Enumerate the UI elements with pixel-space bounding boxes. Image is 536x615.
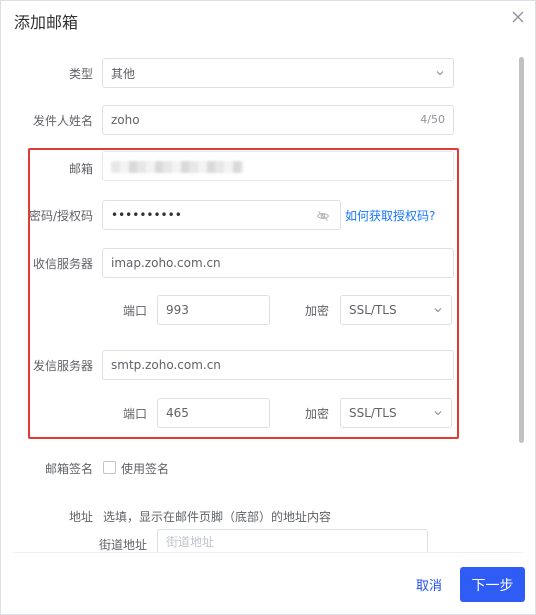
smtp-encrypt-value: SSL/TLS [349,406,397,420]
next-button[interactable]: 下一步 [460,567,525,602]
highlight-box [28,148,459,439]
use-signature-checkbox[interactable] [103,461,116,474]
cancel-button[interactable]: 取消 [405,567,453,601]
smtp-server-value: smtp.zoho.com.cn [111,358,221,372]
imap-server-label: 收信服务器 [32,257,93,271]
imap-server-value: imap.zoho.com.cn [111,256,221,270]
add-mailbox-dialog: 添加邮箱 类型 其他 发件人姓名 zoho 4/50 邮箱 密码/授权码 •••… [0,0,536,615]
address-label: 地址 [68,510,93,524]
email-label: 邮箱 [68,162,93,176]
imap-port-label: 端口 [122,304,147,318]
use-signature-label[interactable]: 使用签名 [121,460,169,477]
smtp-encrypt-select[interactable]: SSL/TLS [340,398,452,428]
imap-port-value: 993 [166,303,189,317]
password-value: •••••••••• [111,208,182,222]
sender-name-value: zoho [111,113,140,127]
type-label: 类型 [68,67,93,81]
signature-label: 邮箱签名 [44,462,93,476]
scrollbar[interactable] [519,57,524,443]
sender-name-input[interactable]: zoho 4/50 [102,105,454,135]
auth-code-help-link[interactable]: 如何获取授权码? [345,207,435,224]
smtp-port-label: 端口 [122,407,147,421]
smtp-server-input[interactable]: smtp.zoho.com.cn [102,350,454,380]
sender-name-label: 发件人姓名 [32,114,93,128]
close-icon[interactable] [510,10,526,26]
imap-encrypt-select[interactable]: SSL/TLS [340,295,452,325]
street-address-input[interactable]: 街道地址 [157,529,428,553]
street-address-placeholder: 街道地址 [166,535,215,549]
address-hint: 选填，显示在邮件页脚（底部）的地址内容 [103,510,332,524]
chevron-down-icon [436,71,444,76]
imap-encrypt-value: SSL/TLS [349,303,397,317]
smtp-port-value: 465 [166,406,189,420]
eye-off-icon[interactable] [316,209,330,223]
redacted-email [111,161,243,173]
sender-name-counter: 4/50 [420,113,445,126]
chevron-down-icon [434,308,442,313]
email-input[interactable] [102,151,454,181]
smtp-server-label: 发信服务器 [32,359,93,373]
footer-divider [13,552,523,553]
imap-server-input[interactable]: imap.zoho.com.cn [102,248,454,278]
password-label: 密码/授权码 [28,209,93,223]
password-input[interactable]: •••••••••• [102,200,341,230]
dialog-title: 添加邮箱 [14,13,79,32]
imap-encrypt-label: 加密 [304,304,329,318]
smtp-encrypt-label: 加密 [304,407,329,421]
type-select-value: 其他 [111,66,136,81]
type-select[interactable]: 其他 [102,58,454,88]
street-address-label: 街道地址 [98,538,147,552]
chevron-down-icon [434,411,442,416]
